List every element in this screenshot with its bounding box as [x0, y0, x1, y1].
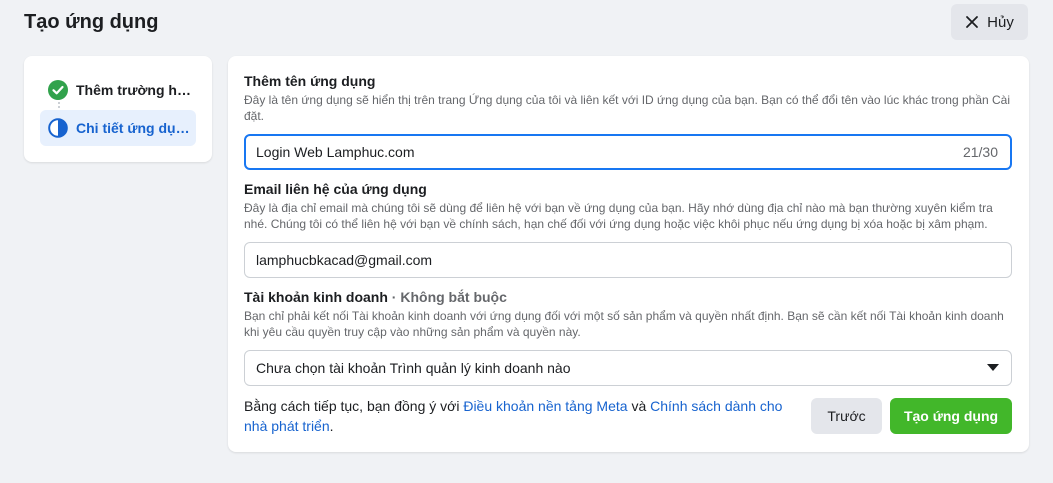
- char-counter: 21/30: [962, 144, 998, 160]
- create-app-button[interactable]: Tạo ứng dụng: [890, 398, 1012, 434]
- cancel-button[interactable]: Hủy: [951, 4, 1028, 40]
- app-name-title: Thêm tên ứng dụng: [244, 73, 376, 89]
- contact-email-input[interactable]: lamphucbkacad@gmail.com: [244, 242, 1012, 278]
- cancel-button-label: Hủy: [987, 13, 1014, 31]
- business-account-description: Bạn chỉ phải kết nối Tài khoản kinh doan…: [244, 309, 1004, 339]
- business-account-selected: Chưa chọn tài khoản Trình quản lý kinh d…: [256, 360, 571, 376]
- terms-prefix: Bằng cách tiếp tục, bạn đồng ý với: [244, 398, 464, 414]
- contact-email-description: Đây là địa chỉ email mà chúng tôi sẽ dùn…: [244, 201, 993, 231]
- contact-email-value: lamphucbkacad@gmail.com: [256, 252, 433, 268]
- app-name-value: Login Web Lamphuc.com: [256, 144, 415, 160]
- caret-down-icon: [987, 364, 999, 372]
- terms-suffix: .: [329, 418, 334, 434]
- step-use-cases[interactable]: Thêm trường hợp sử dụng: [40, 72, 196, 108]
- optional-label: · Không bắt buộc: [391, 289, 507, 305]
- platform-terms-link[interactable]: Điều khoản nền tảng Meta: [463, 398, 627, 414]
- terms-text: Bằng cách tiếp tục, bạn đồng ý với Điều …: [244, 396, 804, 436]
- app-name-section: Thêm tên ứng dụng Đây là tên ứng dụng sẽ…: [244, 72, 1012, 170]
- app-name-input[interactable]: Login Web Lamphuc.com 21/30: [244, 134, 1012, 170]
- contact-email-section: Email liên hệ của ứng dụng Đây là địa ch…: [244, 180, 1012, 278]
- contact-email-title: Email liên hệ của ứng dụng: [244, 181, 427, 197]
- step-app-details[interactable]: Chi tiết ứng dụng: [40, 110, 196, 146]
- steps-sidebar: Thêm trường hợp sử dụng Chi tiết ứng dụn…: [24, 56, 212, 162]
- back-button[interactable]: Trước: [811, 398, 882, 434]
- terms-middle: và: [627, 398, 651, 414]
- check-circle-icon: [48, 80, 68, 100]
- business-account-select[interactable]: Chưa chọn tài khoản Trình quản lý kinh d…: [244, 350, 1012, 386]
- step-label: Chi tiết ứng dụng: [76, 120, 192, 136]
- app-details-form: Thêm tên ứng dụng Đây là tên ứng dụng sẽ…: [228, 56, 1029, 452]
- half-circle-icon: [48, 118, 68, 138]
- step-label: Thêm trường hợp sử dụng: [76, 82, 192, 98]
- app-name-description: Đây là tên ứng dụng sẽ hiển thị trên tra…: [244, 93, 1011, 123]
- close-icon: [965, 15, 979, 29]
- business-account-title-text: Tài khoản kinh doanh: [244, 289, 388, 305]
- page-title: Tạo ứng dụng: [24, 11, 159, 33]
- business-account-title: Tài khoản kinh doanh · Không bắt buộc: [244, 288, 1012, 306]
- business-account-section: Tài khoản kinh doanh · Không bắt buộc Bạ…: [244, 288, 1012, 386]
